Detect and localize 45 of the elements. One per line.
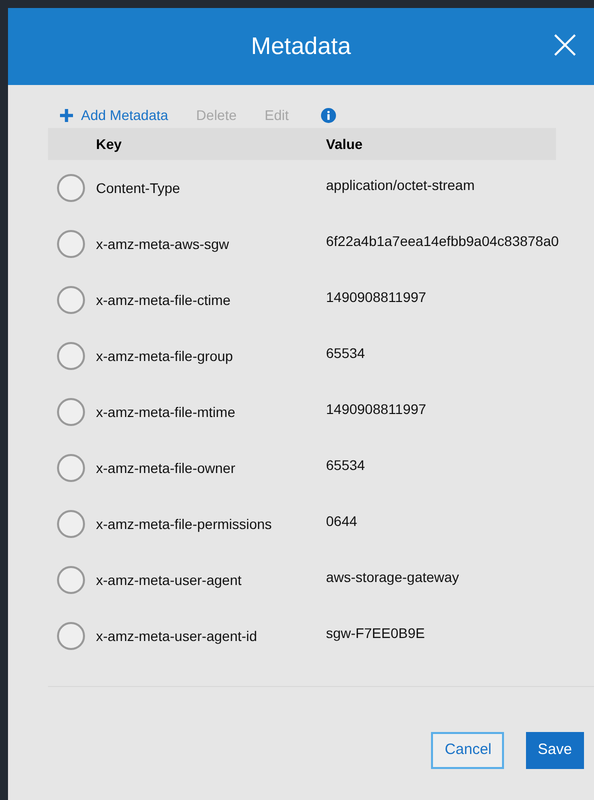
radio-button[interactable]: [57, 342, 85, 370]
key-cell-text: x-amz-meta-user-agent-id: [96, 626, 258, 646]
key-cell-text: x-amz-meta-file-group: [96, 346, 234, 366]
value-cell-text: 65534: [326, 456, 365, 474]
column-header: Key: [96, 134, 123, 154]
table-row[interactable]: x-amz-meta-file-ctime 1490908811997: [48, 272, 594, 328]
table-row[interactable]: x-amz-meta-file-mtime 1490908811997: [48, 384, 594, 440]
radio-button[interactable]: [57, 566, 85, 594]
cancel-button[interactable]: Cancel: [430, 732, 504, 769]
close-icon[interactable]: [554, 34, 576, 56]
value-cell-text: 65534: [326, 344, 365, 362]
value-cell-text: application/octet-stream: [326, 176, 475, 195]
key-cell-text: Content-Type: [96, 178, 182, 198]
column-header: Value: [326, 134, 363, 154]
add-metadata-button[interactable]: Add Metadata: [60, 104, 168, 126]
value-cell-text: 1490908811997: [326, 288, 426, 306]
key-cell-text: x-amz-meta-aws-sgw: [96, 234, 230, 254]
key-cell-text: x-amz-meta-file-ctime: [96, 290, 232, 310]
table-row[interactable]: x-amz-meta-file-permissions 0644: [48, 496, 594, 552]
radio-button[interactable]: [57, 286, 85, 314]
table-row[interactable]: x-amz-meta-file-owner 65534: [48, 440, 594, 496]
dialog-title: Metadata: [250, 32, 352, 62]
table-row[interactable]: x-amz-meta-file-group 65534: [48, 328, 594, 384]
radio-button[interactable]: [57, 230, 85, 258]
table-row[interactable]: x-amz-meta-aws-sgw 6f22a4b1a7eea14efbb9a04c83878a0: [48, 216, 594, 272]
radio-button[interactable]: [57, 454, 85, 482]
radio-button[interactable]: [57, 510, 85, 538]
info-icon[interactable]: [320, 108, 336, 122]
key-cell-text: x-amz-meta-file-permissions: [96, 514, 273, 534]
table-row[interactable]: Content-Type application/octet-stream: [48, 160, 594, 216]
value-cell-text: 6f22a4b1a7eea14efbb9a04c83878a0: [326, 232, 559, 250]
key-cell-text: x-amz-meta-user-agent: [96, 570, 242, 590]
key-cell-text: x-amz-meta-file-mtime: [96, 402, 236, 422]
table-row[interactable]: x-amz-meta-user-agent aws-storage-gateway: [48, 552, 594, 608]
value-cell-text: sgw-F7EE0B9E: [326, 624, 425, 643]
plus-icon: [60, 108, 73, 122]
key-cell-text: x-amz-meta-file-owner: [96, 458, 236, 478]
radio-button[interactable]: [57, 622, 85, 650]
value-cell-text: 0644: [326, 512, 358, 530]
value-cell-text: 1490908811997: [326, 400, 426, 418]
radio-button[interactable]: [57, 398, 85, 426]
radio-button[interactable]: [57, 174, 85, 202]
save-button[interactable]: Save: [526, 732, 584, 769]
table-row[interactable]: x-amz-meta-user-agent-id sgw-F7EE0B9E: [48, 608, 594, 664]
value-cell-text: aws-storage-gateway: [326, 568, 460, 587]
